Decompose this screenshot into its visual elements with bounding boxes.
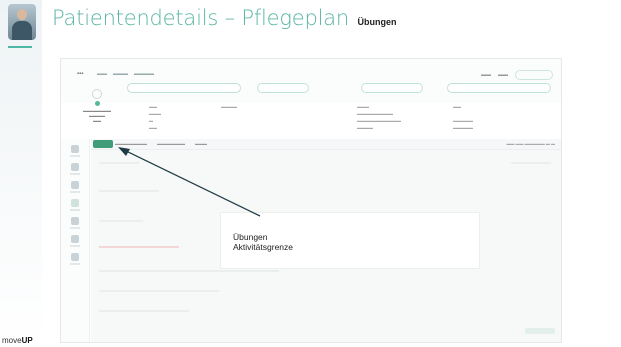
app-tab-bar: ▬▬▬▬▬▬▬▬ ▬▬▬▬▬▬▬ ▬▬▬ ▬▬ ▬▬ ▬▬▬▬▬ ▬ ▬ [91, 139, 561, 150]
slide-title-sub: Übungen [357, 17, 397, 27]
moveup-logo: moveUP [2, 336, 33, 345]
app-search-input [515, 70, 553, 80]
app-logo: ▪▪▪ [77, 71, 84, 77]
app-field-4 [447, 83, 551, 93]
slide-title-main: Patientendetails – Pflegeplan [52, 6, 350, 30]
app-field-3 [361, 83, 423, 93]
app-info-col-4: ▬▬ ▬▬▬▬▬ ▬▬▬▬▬ [453, 104, 473, 130]
doctor-avatar [8, 4, 36, 40]
app-info-col-3: ▬▬▬ ▬▬▬▬▬▬▬▬▬ ▬▬▬▬▬▬▬▬▬▬▬ ▬▬▬▬ [357, 104, 401, 130]
app-nav: ▬▬ ▬▬▬ ▬▬▬▬ [97, 71, 154, 77]
app-tab-2: ▬▬▬▬▬▬▬▬ [115, 141, 147, 146]
callout-line-activity-limit: Aktivitätsgrenze [233, 242, 293, 252]
app-patient-block: ▬▬▬▬▬▬▬ ▬▬▬▬ ▬▬ [67, 89, 127, 123]
app-tab-exercises [93, 140, 113, 148]
app-sidebar [61, 139, 90, 342]
app-field-1 [127, 83, 241, 93]
slide: Patientendetails – Pflegeplan Übungen ▪▪… [0, 0, 621, 347]
slide-title: Patientendetails – Pflegeplan Übungen [52, 6, 397, 30]
embedded-app-screenshot: ▪▪▪ ▬▬ ▬▬▬ ▬▬▬▬ ▬▬ ▬▬ ▬▬▬▬▬▬▬ ▬▬▬▬ ▬▬ ▬▬ ▬▬▬ ▬ ▬… [60, 58, 562, 343]
app-tab-3: ▬▬▬▬▬▬▬ [157, 141, 185, 146]
app-info-col-2: ▬▬▬▬ [221, 104, 237, 109]
app-field-2 [257, 83, 309, 93]
app-footer-button [525, 328, 555, 334]
left-decor-strip [0, 0, 42, 347]
app-tab-bar-right: ▬▬ ▬▬ ▬▬▬▬▬ ▬ ▬ [506, 141, 555, 146]
accent-divider [8, 46, 32, 48]
app-topbar-right: ▬▬ ▬▬ [474, 70, 553, 80]
callout-box: Übungen Aktivitätsgrenze [221, 213, 479, 268]
callout-line-exercises: Übungen [233, 232, 268, 242]
app-info-col-1: ▬▬ ▬▬▬ ▬ ▬▬ [149, 104, 161, 130]
app-topbar: ▪▪▪ ▬▬ ▬▬▬ ▬▬▬▬ ▬▬ ▬▬ [61, 59, 561, 103]
app-tab-4: ▬▬▬ [195, 141, 207, 146]
